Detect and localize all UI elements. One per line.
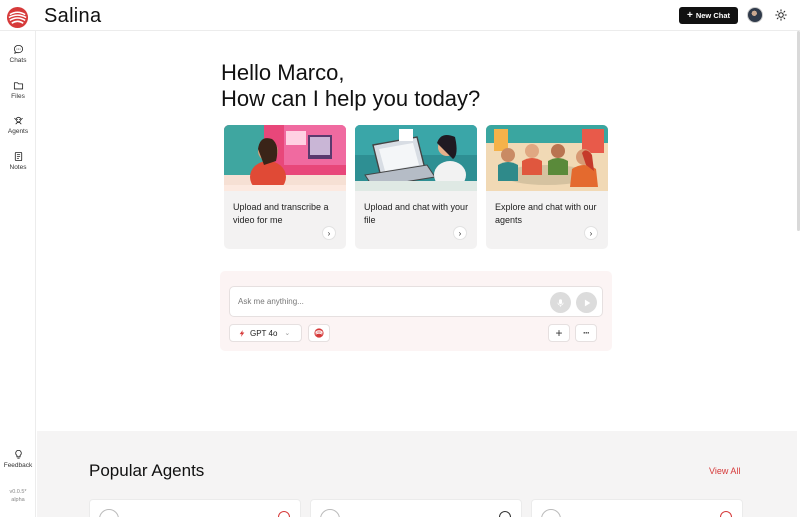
lightbulb-icon [14, 449, 22, 459]
sidebar-item-label: Agents [7, 128, 29, 135]
suggestion-cards: Upload and transcribe a video for me › U… [224, 125, 609, 249]
sidebar-item-chats[interactable]: Chats [0, 44, 36, 64]
sun-icon[interactable] [775, 9, 787, 21]
user-avatar[interactable] [747, 7, 763, 23]
more-options-button[interactable]: ··· [575, 324, 597, 342]
play-icon [584, 299, 590, 306]
greeting-heading: Hello Marco, How can I help you today? [221, 60, 480, 112]
salina-logo-icon [314, 328, 324, 338]
chevron-right-icon[interactable]: › [453, 226, 467, 240]
model-label: GPT 4o [250, 328, 278, 338]
folder-icon [13, 82, 23, 90]
card-text: Explore and chat with our agents [495, 202, 597, 225]
agent-badge-icon[interactable] [720, 511, 732, 517]
suggestion-card-file-chat[interactable]: Upload and chat with your file › [355, 125, 477, 249]
agent-avatar [99, 509, 119, 517]
top-bar: Salina + New Chat [0, 0, 800, 31]
send-button[interactable] [576, 292, 597, 313]
agent-card[interactable] [531, 499, 743, 517]
sidebar: Chats Files Agents Notes Feedback v0.0.5… [0, 31, 36, 517]
sidebar-item-files[interactable]: Files [0, 80, 36, 100]
version-stage: alpha [11, 497, 25, 503]
agents-icon [13, 116, 23, 125]
agent-card[interactable] [310, 499, 522, 517]
notes-icon [14, 151, 22, 162]
chevron-right-icon[interactable]: › [584, 226, 598, 240]
card-illustration-agents [486, 125, 608, 191]
model-selector[interactable]: GPT 4o ⌄ [229, 324, 302, 342]
sidebar-item-notes[interactable]: Notes [0, 151, 36, 171]
agent-badge-icon[interactable] [278, 511, 290, 517]
card-text: Upload and transcribe a video for me [233, 202, 329, 225]
attach-button[interactable]: + [548, 324, 570, 342]
version-number: v0.0.5* [9, 489, 27, 495]
agent-avatar [541, 509, 561, 517]
agent-avatar [320, 509, 340, 517]
greeting-line-1: Hello Marco, [221, 60, 345, 85]
sidebar-item-label: Files [11, 93, 25, 100]
microphone-button[interactable] [550, 292, 571, 313]
suggestion-card-transcribe[interactable]: Upload and transcribe a video for me › [224, 125, 346, 249]
view-all-link[interactable]: View All [709, 466, 740, 476]
card-illustration-video [224, 125, 346, 191]
greeting-line-2: How can I help you today? [221, 86, 481, 111]
app-title: Salina [44, 5, 102, 27]
version-label: v0.0.5* alpha [0, 488, 36, 504]
sidebar-item-agents[interactable]: Agents [0, 115, 36, 135]
section-title: Popular Agents [89, 461, 205, 480]
new-chat-button[interactable]: + New Chat [679, 7, 738, 24]
chat-bubble-icon [13, 44, 23, 54]
popular-agents-section: Popular Agents View All [37, 431, 797, 517]
app-root: Salina + New Chat Chats Files Agents Not… [0, 0, 800, 517]
suggestion-card-agents[interactable]: Explore and chat with our agents › [486, 125, 608, 249]
card-text: Upload and chat with your file [364, 202, 469, 225]
main-content: Hello Marco, How can I help you today? U… [37, 31, 797, 517]
chat-input[interactable] [229, 286, 603, 317]
salina-logo-icon[interactable] [6, 6, 29, 29]
sidebar-item-label: Notes [9, 164, 27, 171]
sidebar-item-label: Chats [9, 57, 27, 64]
microphone-icon [557, 298, 564, 307]
chevron-right-icon[interactable]: › [322, 226, 336, 240]
feedback-button[interactable]: Feedback [0, 449, 36, 469]
agent-badge-icon[interactable] [499, 511, 511, 517]
chat-composer: GPT 4o ⌄ + ··· [220, 271, 612, 351]
feedback-label: Feedback [3, 462, 33, 469]
agent-picker-button[interactable] [308, 324, 330, 342]
chevron-down-icon: ⌄ [284, 330, 291, 337]
plus-icon: + [686, 9, 693, 21]
agent-card[interactable] [89, 499, 301, 517]
openai-flash-icon [239, 329, 245, 337]
new-chat-label: New Chat [695, 11, 730, 20]
card-illustration-file [355, 125, 477, 191]
